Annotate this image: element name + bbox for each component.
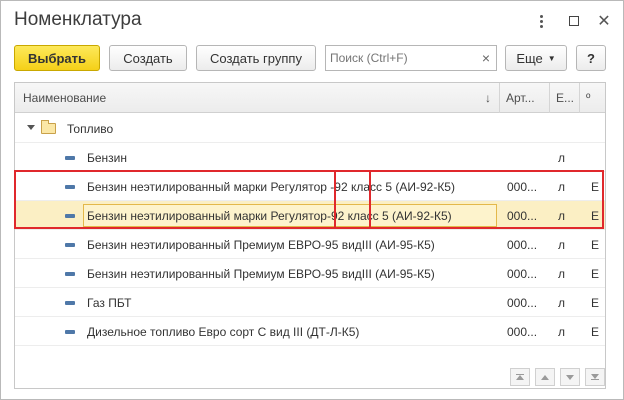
close-icon[interactable]: ✕ <box>596 13 612 30</box>
extra-cell: Е <box>591 208 600 223</box>
article-cell <box>507 143 547 172</box>
scroll-to-bottom-button[interactable] <box>585 368 605 386</box>
extra-cell: Е <box>591 266 600 281</box>
scroll-down-button[interactable] <box>560 368 580 386</box>
unit-cell: л <box>558 237 566 252</box>
table-header: Наименование ↓ Арт... Е... º <box>15 83 605 113</box>
extra-cell: Е <box>591 237 600 252</box>
name-value: Газ ПБТ <box>87 295 132 310</box>
column-header-article[interactable]: Арт... <box>500 83 550 113</box>
name-cell: Бензин неэтилированный Премиум ЕВРО-95 в… <box>15 259 500 288</box>
unit-cell: л <box>558 324 566 339</box>
items-table[interactable]: Наименование ↓ Арт... Е... º Топливо Бен… <box>14 82 606 389</box>
table-row[interactable]: Бензин неэтилированный Премиум ЕВРО-95 в… <box>15 230 605 259</box>
help-button[interactable]: ? <box>576 45 606 71</box>
article-cell: 000... <box>507 179 538 194</box>
name-cell: Газ ПБТ <box>15 288 500 317</box>
name-cell: Бензин неэтилированный марки Регулятор -… <box>15 172 500 201</box>
scroll-up-button[interactable] <box>535 368 555 386</box>
column-header-name-label: Наименование <box>23 91 107 105</box>
scroll-to-top-button[interactable] <box>510 368 530 386</box>
name-value: Бензин неэтилированный Премиум ЕВРО-95 в… <box>87 237 435 252</box>
name-cell: Бензин <box>15 143 500 172</box>
command-bar: Выбрать Создать Создать группу × Еще ▼ ? <box>1 45 623 73</box>
name-value: Бензин неэтилированный Премиум ЕВРО-95 в… <box>87 266 435 281</box>
table-row-selected[interactable]: Бензин неэтилированный марки Регулятор-9… <box>15 201 605 230</box>
group-label: Топливо <box>67 121 114 136</box>
name-value: Бензин <box>87 150 128 165</box>
article-cell: 000... <box>507 208 538 223</box>
search-clear-icon[interactable]: × <box>476 46 496 70</box>
search-input[interactable] <box>330 47 476 69</box>
more-vertical-icon[interactable] <box>533 13 549 29</box>
maximize-icon[interactable] <box>566 13 582 29</box>
last-page-icon <box>591 374 599 380</box>
create-button[interactable]: Создать <box>109 45 187 71</box>
table-row[interactable]: Дизельное топливо Евро сорт С вид III (Д… <box>15 317 605 346</box>
article-cell: 000... <box>507 324 538 339</box>
group-row[interactable]: Топливо <box>15 114 605 143</box>
column-header-name[interactable]: Наименование ↓ <box>15 83 500 113</box>
select-button[interactable]: Выбрать <box>14 45 100 71</box>
unit-cell: л <box>558 150 566 165</box>
unit-cell: л <box>558 208 566 223</box>
name-value: Дизельное топливо Евро сорт С вид III (Д… <box>87 324 360 339</box>
unit-cell: л <box>558 179 566 194</box>
nomenclature-window: Номенклатура ✕ Выбрать Создать Создать г… <box>0 0 624 400</box>
name-cell: Бензин неэтилированный Премиум ЕВРО-95 в… <box>15 230 500 259</box>
page-up-icon <box>541 374 549 380</box>
table-row[interactable]: Газ ПБТ 000... л Е <box>15 288 605 317</box>
name-value: Бензин неэтилированный марки Регулятор-9… <box>87 208 452 223</box>
unit-cell: л <box>558 295 566 310</box>
name-cell: Бензин неэтилированный марки Регулятор-9… <box>15 201 500 230</box>
sort-down-icon: ↓ <box>485 91 491 105</box>
extra-cell: Е <box>591 324 600 339</box>
page-down-icon <box>566 374 574 380</box>
first-page-icon <box>516 374 524 380</box>
extra-cell <box>591 143 605 172</box>
column-header-unit[interactable]: Е... <box>550 83 580 113</box>
create-group-button[interactable]: Создать группу <box>196 45 316 71</box>
table-row[interactable]: Бензин неэтилированный Премиум ЕВРО-95 в… <box>15 259 605 288</box>
table-row[interactable]: Бензин неэтилированный марки Регулятор -… <box>15 172 605 201</box>
unit-cell: л <box>558 266 566 281</box>
article-cell: 000... <box>507 237 538 252</box>
name-value: Бензин неэтилированный марки Регулятор -… <box>87 179 455 194</box>
caret-down-icon: ▼ <box>547 53 556 63</box>
article-cell: 000... <box>507 266 538 281</box>
more-button-label: Еще <box>516 50 543 66</box>
name-cell: Дизельное топливо Евро сорт С вид III (Д… <box>15 317 500 346</box>
search-box: × <box>325 45 497 71</box>
extra-cell: Е <box>591 295 600 310</box>
table-row[interactable]: Бензин л <box>15 143 605 172</box>
group-cell: Топливо <box>15 114 500 143</box>
extra-cell: Е <box>591 179 600 194</box>
article-cell: 000... <box>507 295 538 310</box>
title-bar: Номенклатура ✕ <box>1 1 623 41</box>
more-button[interactable]: Еще ▼ <box>505 45 567 71</box>
column-header-extra[interactable]: º <box>580 83 605 113</box>
window-title: Номенклатура <box>14 9 142 30</box>
